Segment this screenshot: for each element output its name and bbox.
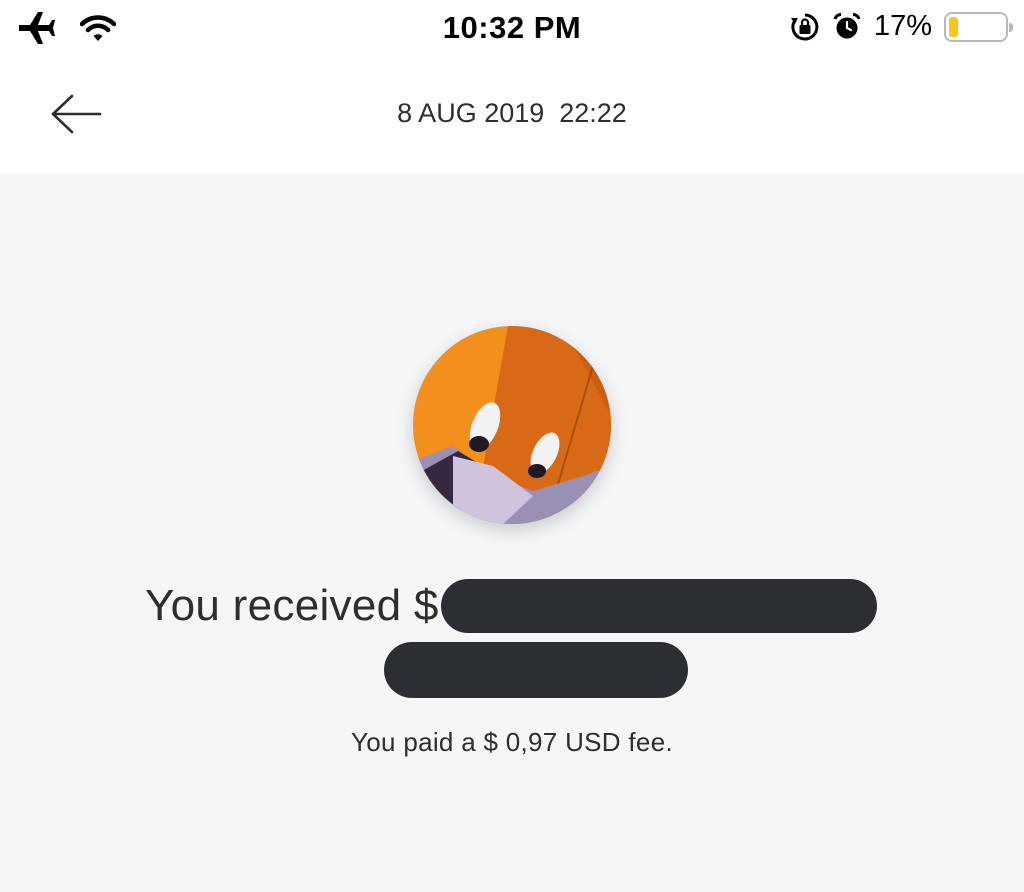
avatar-photo — [413, 326, 611, 524]
battery-icon — [944, 11, 1013, 42]
transaction-detail-screen: 10:32 PM 17% 8 AUG 2019 22:22 You receiv… — [0, 0, 1024, 892]
battery-nub — [1009, 22, 1013, 32]
received-amount-line: You received $ — [145, 578, 877, 634]
alarm-icon — [833, 12, 861, 38]
status-bar: 10:32 PM 17% — [0, 0, 1024, 56]
sender-avatar — [413, 326, 611, 524]
status-right-icons: 17% — [790, 10, 1013, 43]
battery-level-fill — [949, 16, 958, 37]
received-label: You received $ — [145, 581, 439, 630]
redacted-amount-bar — [440, 579, 877, 633]
redacted-sender-bar — [384, 642, 688, 698]
header-bar: 8 AUG 2019 22:22 — [0, 56, 1024, 174]
fee-notice: You paid a $ 0,97 USD fee. — [351, 727, 673, 757]
transaction-datetime: 8 AUG 2019 22:22 — [397, 98, 627, 128]
rotation-lock-icon — [790, 13, 819, 40]
battery-percentage: 17% — [873, 10, 932, 42]
